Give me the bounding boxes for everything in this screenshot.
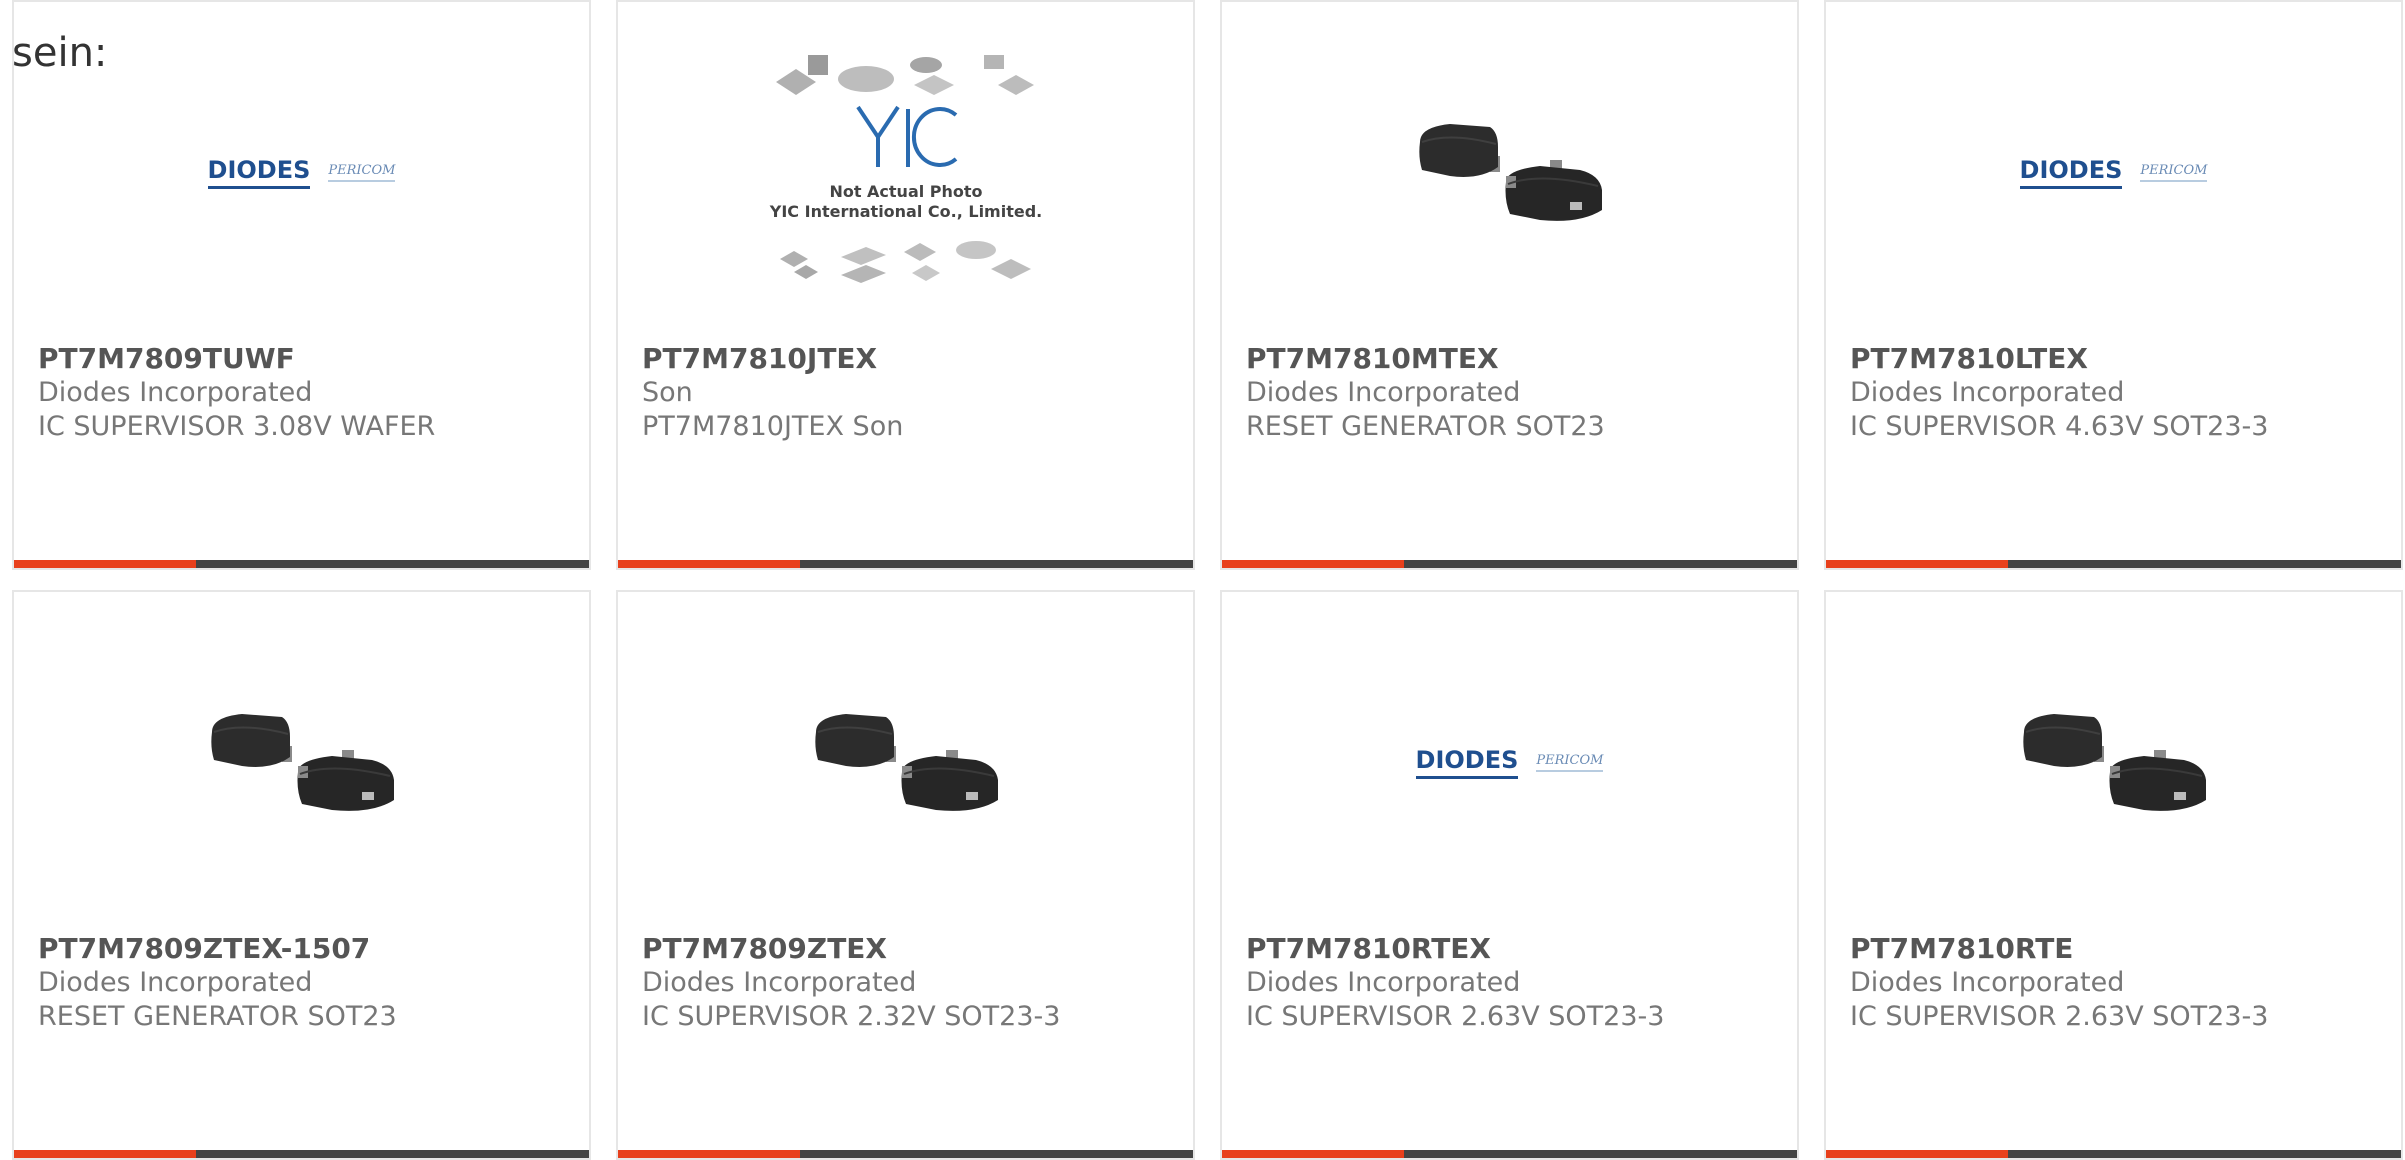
sot23-package-image — [814, 714, 998, 811]
chip-icon — [793, 265, 818, 279]
manufacturer-label: Diodes Incorporated — [642, 967, 917, 998]
chip-icon — [955, 241, 996, 259]
pericom-logo-text: PERICOM — [1536, 753, 1604, 772]
description-label: PT7M7810JTEX Son — [642, 411, 904, 442]
part-number-link[interactable]: PT7M7809ZTEX-1507 — [38, 932, 569, 966]
intro-text: sein: — [12, 30, 108, 76]
product-card[interactable]: Not Actual Photo YIC International Co., … — [616, 0, 1195, 570]
description-label: RESET GENERATOR SOT23 — [38, 1001, 397, 1032]
sot23-chip-icon — [1418, 124, 1602, 221]
card-bottom-bar — [618, 1150, 1193, 1158]
product-image[interactable] — [14, 632, 589, 892]
chip-icon — [840, 247, 886, 265]
product-image[interactable] — [1826, 632, 2401, 892]
card-accent-bar — [618, 1150, 800, 1158]
card-accent-bar — [1826, 560, 2008, 568]
diodes-logo-text: DIODES — [1415, 746, 1519, 779]
pericom-logo-text: PERICOM — [328, 163, 396, 182]
chip-icon — [840, 265, 886, 283]
manufacturer-label: Diodes Incorporated — [1246, 377, 1521, 408]
sot23-package-image — [1418, 124, 1602, 221]
chip-icon — [837, 66, 894, 92]
chip-icon — [983, 55, 1004, 69]
part-number-link[interactable]: PT7M7810RTEX — [1246, 932, 1777, 966]
part-number-link[interactable]: PT7M7810JTEX — [642, 342, 1173, 376]
card-bottom-bar — [1222, 1150, 1797, 1158]
chip-icon — [909, 57, 942, 73]
product-card[interactable]: DIODES PERICOM PT7M7810LTEX Diodes Incor… — [1824, 0, 2403, 570]
card-bottom-bar — [618, 560, 1193, 568]
yic-note-line1: Not Actual Photo — [829, 182, 982, 201]
product-image[interactable]: DIODES PERICOM — [14, 42, 589, 302]
product-image[interactable] — [1222, 42, 1797, 302]
diodes-logo-text: DIODES — [207, 156, 311, 189]
diodes-logo-text: DIODES — [2019, 156, 2123, 189]
part-number-link[interactable]: PT7M7809TUWF — [38, 342, 569, 376]
product-image[interactable]: DIODES PERICOM — [1826, 42, 2401, 302]
part-number-link[interactable]: PT7M7809ZTEX — [642, 932, 1173, 966]
part-number-link[interactable]: PT7M7810RTE — [1850, 932, 2381, 966]
part-number-link[interactable]: PT7M7810LTEX — [1850, 342, 2381, 376]
card-accent-bar — [1826, 1150, 2008, 1158]
product-card[interactable]: DIODES PERICOM PT7M7809TUWF Diodes Incor… — [12, 0, 591, 570]
manufacturer-label: Diodes Incorporated — [1246, 967, 1521, 998]
yic-logo — [855, 105, 957, 167]
pericom-logo-text: PERICOM — [2140, 163, 2208, 182]
diodes-logo: DIODES PERICOM — [2019, 156, 2208, 189]
product-grid: DIODES PERICOM PT7M7809TUWF Diodes Incor… — [12, 0, 2405, 1160]
manufacturer-label: Son — [642, 377, 693, 408]
chip-icon — [903, 243, 936, 261]
chip-icon — [913, 75, 954, 95]
product-image[interactable]: DIODES PERICOM — [1222, 632, 1797, 892]
product-card[interactable]: PT7M7810RTE Diodes Incorporated IC SUPER… — [1824, 590, 2403, 1160]
sot23-package-image — [2022, 714, 2206, 811]
description-label: IC SUPERVISOR 4.63V SOT23-3 — [1850, 411, 2269, 442]
chip-icon — [779, 251, 808, 267]
card-accent-bar — [14, 560, 196, 568]
yic-placeholder-image: Not Actual Photo YIC International Co., … — [768, 55, 1042, 283]
description-label: IC SUPERVISOR 2.63V SOT23-3 — [1246, 1001, 1665, 1032]
diodes-logo: DIODES PERICOM — [1415, 746, 1604, 779]
chip-icon — [990, 259, 1031, 279]
card-accent-bar — [618, 560, 800, 568]
sot23-chip-icon — [814, 714, 998, 811]
manufacturer-label: Diodes Incorporated — [1850, 967, 2125, 998]
card-accent-bar — [1222, 1150, 1404, 1158]
chip-icon — [807, 55, 828, 75]
card-bottom-bar — [14, 1150, 589, 1158]
part-number-link[interactable]: PT7M7810MTEX — [1246, 342, 1777, 376]
sot23-package-image — [210, 714, 394, 811]
manufacturer-label: Diodes Incorporated — [1850, 377, 2125, 408]
description-label: IC SUPERVISOR 3.08V WAFER — [38, 411, 436, 442]
card-accent-bar — [1222, 560, 1404, 568]
product-card[interactable]: PT7M7809ZTEX-1507 Diodes Incorporated RE… — [12, 590, 591, 1160]
chip-icon — [911, 265, 940, 281]
product-card[interactable]: PT7M7810MTEX Diodes Incorporated RESET G… — [1220, 0, 1799, 570]
sot23-chip-icon — [2022, 714, 2206, 811]
product-card[interactable]: PT7M7809ZTEX Diodes Incorporated IC SUPE… — [616, 590, 1195, 1160]
product-image[interactable] — [618, 632, 1193, 892]
description-label: IC SUPERVISOR 2.32V SOT23-3 — [642, 1001, 1061, 1032]
description-label: IC SUPERVISOR 2.63V SOT23-3 — [1850, 1001, 2269, 1032]
description-label: RESET GENERATOR SOT23 — [1246, 411, 1605, 442]
card-bottom-bar — [1222, 560, 1797, 568]
yic-note-line2: YIC International Co., Limited. — [768, 202, 1041, 221]
diodes-logo: DIODES PERICOM — [207, 156, 396, 189]
card-bottom-bar — [1826, 560, 2401, 568]
card-bottom-bar — [14, 560, 589, 568]
card-accent-bar — [14, 1150, 196, 1158]
product-card[interactable]: DIODES PERICOM PT7M7810RTEX Diodes Incor… — [1220, 590, 1799, 1160]
manufacturer-label: Diodes Incorporated — [38, 967, 313, 998]
sot23-chip-icon — [210, 714, 394, 811]
product-image[interactable]: Not Actual Photo YIC International Co., … — [618, 42, 1193, 302]
chip-icon — [997, 75, 1034, 95]
manufacturer-label: Diodes Incorporated — [38, 377, 313, 408]
card-bottom-bar — [1826, 1150, 2401, 1158]
